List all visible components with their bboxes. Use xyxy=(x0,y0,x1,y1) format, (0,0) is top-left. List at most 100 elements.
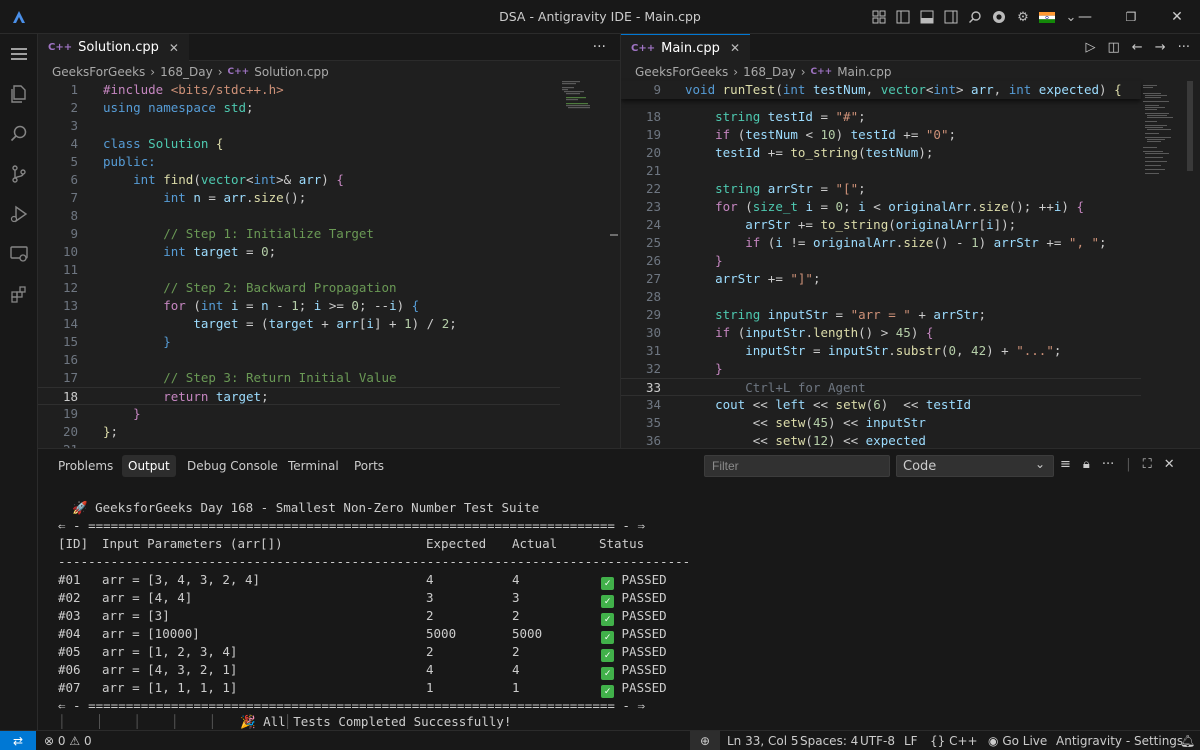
tab-output[interactable]: Output xyxy=(122,455,176,477)
code-line[interactable]: 24 arrStr += to_string(originalArr[i]); xyxy=(621,216,1141,234)
toggle-panel-icon[interactable] xyxy=(918,8,936,26)
flag-india-icon[interactable] xyxy=(1038,8,1056,26)
more-actions-icon[interactable]: ··· xyxy=(593,39,606,55)
code-line[interactable]: 2 using namespace std; xyxy=(38,99,560,117)
code-line[interactable]: 5 public: xyxy=(38,153,560,171)
code-line[interactable]: 27 arrStr += "]"; xyxy=(621,270,1141,288)
code-line[interactable]: 23 for (size_t i = 0; i < originalArr.si… xyxy=(621,198,1141,216)
minimize-button[interactable]: — xyxy=(1062,0,1108,34)
code-line[interactable]: 4 class Solution { xyxy=(38,135,560,153)
tab-main-cpp[interactable]: C++ Main.cpp ✕ xyxy=(621,34,750,61)
tab-ports[interactable]: Ports xyxy=(348,455,390,477)
close-tab-icon[interactable]: ✕ xyxy=(169,41,179,55)
code-line[interactable]: 19 } xyxy=(38,405,560,423)
gear-icon[interactable]: ⚙ xyxy=(1014,8,1032,26)
code-line[interactable]: 9 void runTest(int testNum, vector<int> a… xyxy=(621,81,1141,99)
code-line[interactable]: 32 } xyxy=(621,360,1141,378)
remote-indicator-icon[interactable]: ⇄ xyxy=(0,731,36,750)
code-line[interactable]: 35 << setw(45) << inputStr xyxy=(621,414,1141,432)
close-tab-icon[interactable]: ✕ xyxy=(730,41,740,55)
minimap[interactable] xyxy=(1141,81,1193,201)
breadcrumb-item[interactable]: GeeksForGeeks xyxy=(635,65,728,79)
maximize-panel-icon[interactable]: ⛶ xyxy=(1143,457,1152,472)
code-line[interactable]: 34 cout << left << setw(6) << testId xyxy=(621,396,1141,414)
breadcrumb-item[interactable]: Solution.cpp xyxy=(254,65,329,79)
restore-button[interactable]: ❐ xyxy=(1108,0,1154,34)
cursor-position[interactable]: Ln 33, Col 5 xyxy=(727,731,799,750)
tab-problems[interactable]: Problems xyxy=(52,455,119,477)
breadcrumb-item[interactable]: Main.cpp xyxy=(837,65,891,79)
settings-button[interactable]: Antigravity - Settings xyxy=(1056,731,1183,750)
code-line[interactable]: 22 string arrStr = "["; xyxy=(621,180,1141,198)
run-debug-icon[interactable] xyxy=(0,194,38,234)
output-filter-input[interactable] xyxy=(704,455,890,477)
zoom-icon[interactable]: ⊕ xyxy=(690,731,720,750)
go-live-button[interactable]: ◉ Go Live xyxy=(988,731,1047,750)
code-line[interactable]: 7 int n = arr.size(); xyxy=(38,189,560,207)
more-actions-icon[interactable]: ··· xyxy=(1178,40,1190,55)
code-line[interactable]: 18 string testId = "#"; xyxy=(621,108,1141,126)
toggle-secondary-sidebar-icon[interactable] xyxy=(942,8,960,26)
breadcrumb-item[interactable]: 168_Day xyxy=(743,65,796,79)
code-line[interactable]: 21 xyxy=(621,162,1141,180)
extensions-icon[interactable] xyxy=(0,274,38,314)
menu-icon[interactable] xyxy=(0,34,38,74)
tab-solution-cpp[interactable]: C++ Solution.cpp ✕ xyxy=(38,34,189,61)
search-icon[interactable] xyxy=(966,8,984,26)
code-line[interactable]: 6 int find(vector<int>& arr) { xyxy=(38,171,560,189)
problems-indicator[interactable]: ⊗ 0 ⚠ 0 xyxy=(44,731,92,750)
sticky-scroll-header[interactable]: 9 void runTest(int testNum, vector<int> a… xyxy=(621,81,1141,99)
code-line[interactable]: 13 for (int i = n - 1; i >= 0; --i) { xyxy=(38,297,560,315)
indentation[interactable]: Spaces: 4 xyxy=(800,731,858,750)
notifications-icon[interactable]: 🔔︎ xyxy=(1180,731,1195,750)
remote-explorer-icon[interactable] xyxy=(0,234,38,274)
code-line[interactable]: 16 xyxy=(38,351,560,369)
go-forward-icon[interactable]: → xyxy=(1155,40,1166,55)
code-line[interactable]: 8 xyxy=(38,207,560,225)
split-editor-icon[interactable]: ◫ xyxy=(1107,40,1119,55)
code-line[interactable]: 3 xyxy=(38,117,560,135)
output-channel-select[interactable]: Code ⌄ xyxy=(896,455,1054,477)
scroll-indicator[interactable] xyxy=(610,234,618,236)
encoding[interactable]: UTF-8 xyxy=(860,731,895,750)
code-line[interactable]: 11 xyxy=(38,261,560,279)
code-line[interactable]: 33 Ctrl+L for Agent xyxy=(621,378,1141,396)
code-line[interactable]: 17 // Step 3: Return Initial Value xyxy=(38,369,560,387)
code-line[interactable]: 31 inputStr = inputStr.substr(0, 42) + "… xyxy=(621,342,1141,360)
code-line[interactable]: 1 #include <bits/stdc++.h> xyxy=(38,81,560,99)
toggle-primary-sidebar-icon[interactable] xyxy=(894,8,912,26)
close-button[interactable]: ✕ xyxy=(1154,0,1200,34)
code-line[interactable]: 9 // Step 1: Initialize Target xyxy=(38,225,560,243)
language-mode[interactable]: {} C++ xyxy=(930,731,978,750)
code-line[interactable]: 14 target = (target + arr[i] + 1) / 2; xyxy=(38,315,560,333)
go-back-icon[interactable]: ← xyxy=(1132,40,1143,55)
lock-scroll-icon[interactable]: 🔒︎ xyxy=(1083,457,1090,472)
code-line[interactable]: 15 } xyxy=(38,333,560,351)
breadcrumb-item[interactable]: GeeksForGeeks xyxy=(52,65,145,79)
minimap[interactable] xyxy=(560,81,610,121)
code-line[interactable]: 18 return target; xyxy=(38,387,560,405)
explorer-icon[interactable] xyxy=(0,74,38,114)
code-line[interactable]: 36 << setw(12) << expected xyxy=(621,432,1141,448)
code-line[interactable]: 21 xyxy=(38,441,560,448)
code-line[interactable]: 19 if (testNum < 10) testId += "0"; xyxy=(621,126,1141,144)
run-icon[interactable]: ▷ xyxy=(1085,40,1095,55)
code-line[interactable]: 20}; xyxy=(38,423,560,441)
code-line[interactable]: 28 xyxy=(621,288,1141,306)
code-line[interactable]: 25 if (i != originalArr.size() - 1) arrS… xyxy=(621,234,1141,252)
code-line[interactable]: 12 // Step 2: Backward Propagation xyxy=(38,279,560,297)
breadcrumb-item[interactable]: 168_Day xyxy=(160,65,213,79)
code-line[interactable]: 30 if (inputStr.length() > 45) { xyxy=(621,324,1141,342)
tab-debug-console[interactable]: Debug Console xyxy=(181,455,284,477)
close-panel-icon[interactable]: ✕ xyxy=(1164,457,1175,472)
tab-terminal[interactable]: Terminal xyxy=(282,455,345,477)
code-line[interactable]: 29 string inputStr = "arr = " + arrStr; xyxy=(621,306,1141,324)
code-line[interactable]: 10 int target = 0; xyxy=(38,243,560,261)
chrome-icon[interactable] xyxy=(990,8,1008,26)
layout-icon[interactable] xyxy=(870,8,888,26)
code-line[interactable]: 20 testId += to_string(testNum); xyxy=(621,144,1141,162)
source-control-icon[interactable] xyxy=(0,154,38,194)
line-ending[interactable]: LF xyxy=(904,731,918,750)
clear-output-icon[interactable]: ≡ xyxy=(1060,457,1071,472)
code-line[interactable]: 26 } xyxy=(621,252,1141,270)
